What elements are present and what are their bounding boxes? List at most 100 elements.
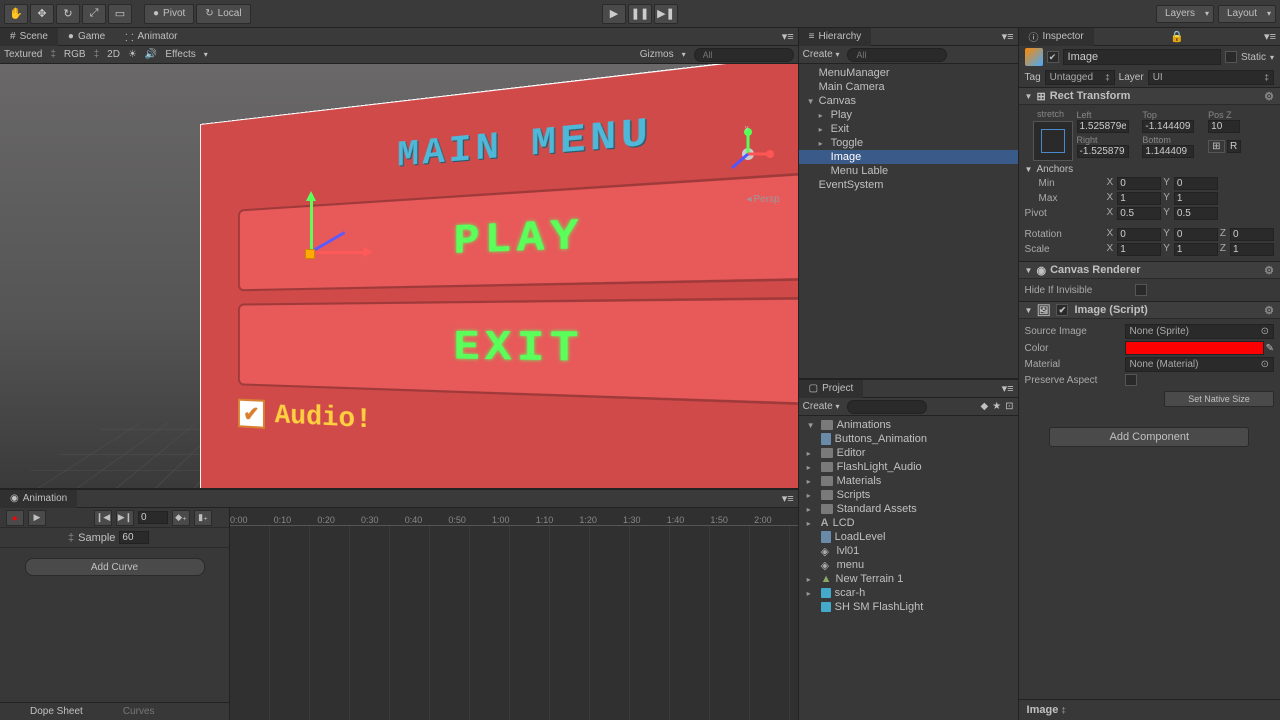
hierarchy-search[interactable] <box>847 48 947 62</box>
hierarchy-item[interactable]: Menu Lable <box>799 164 1018 178</box>
panel-menu-icon[interactable]: ▾≡ <box>778 30 798 43</box>
image-enabled-checkbox[interactable]: ✔ <box>1056 304 1068 316</box>
persp-label[interactable]: ◂Persp <box>746 194 779 205</box>
hierarchy-item[interactable]: ▸Toggle <box>799 136 1018 150</box>
next-key-button[interactable]: ▶❙ <box>116 510 134 526</box>
gear-icon[interactable]: ⚙ <box>1264 304 1274 317</box>
preserve-aspect-checkbox[interactable] <box>1125 374 1137 386</box>
rot-z[interactable] <box>1230 228 1274 241</box>
panel-menu-icon[interactable]: ▾≡ <box>998 382 1018 395</box>
static-checkbox[interactable] <box>1225 51 1237 63</box>
anchors-foldout[interactable]: Anchors <box>1036 164 1073 175</box>
hierarchy-item[interactable]: EventSystem <box>799 178 1018 192</box>
record-button[interactable]: ● <box>6 510 24 526</box>
material-field[interactable]: None (Material)⊙ <box>1125 357 1274 372</box>
color-field[interactable] <box>1125 341 1264 355</box>
x-axis-handle[interactable] <box>310 251 370 254</box>
tag-dropdown[interactable]: Untagged‡ <box>1045 70 1115 85</box>
left-input[interactable] <box>1077 120 1129 133</box>
effects-dropdown[interactable]: Effects <box>165 49 195 60</box>
project-item[interactable]: ▸Standard Assets <box>799 502 1018 516</box>
hide-invisible-checkbox[interactable] <box>1135 284 1147 296</box>
top-input[interactable] <box>1142 120 1194 133</box>
tab-game[interactable]: ● Game <box>58 28 115 46</box>
audio-icon[interactable]: 🔊 <box>145 49 157 60</box>
panel-menu-icon[interactable]: ▾≡ <box>778 492 798 505</box>
step-button[interactable]: ▶❚ <box>654 4 678 24</box>
local-toggle[interactable]: ↻ Local <box>196 4 250 24</box>
panel-menu-icon[interactable]: ▾≡ <box>998 30 1018 43</box>
scale-tool[interactable]: ⤢ <box>82 4 106 24</box>
project-item[interactable]: ▸scar-h <box>799 586 1018 600</box>
source-image-field[interactable]: None (Sprite)⊙ <box>1125 324 1274 339</box>
active-checkbox[interactable]: ✔ <box>1047 51 1059 63</box>
anchor-max-y[interactable] <box>1174 192 1218 205</box>
light-icon[interactable]: ☀ <box>128 49 137 60</box>
render-mode[interactable]: RGB <box>64 49 86 60</box>
gizmo-center[interactable] <box>305 249 315 259</box>
layer-dropdown[interactable]: UI‡ <box>1148 70 1274 85</box>
add-component-button[interactable]: Add Component <box>1049 427 1249 447</box>
project-item[interactable]: ▸ALCD <box>799 516 1018 530</box>
tab-inspector[interactable]: ⓘ Inspector <box>1019 28 1094 46</box>
y-axis-handle[interactable] <box>310 194 313 254</box>
project-item[interactable]: menu <box>799 558 1018 572</box>
eyedropper-icon[interactable]: ✎ <box>1266 343 1274 354</box>
set-native-size-button[interactable]: Set Native Size <box>1164 391 1274 407</box>
bottom-input[interactable] <box>1142 145 1194 158</box>
project-item[interactable]: ▸Scripts <box>799 488 1018 502</box>
hierarchy-item[interactable]: MenuManager <box>799 66 1018 80</box>
project-item[interactable]: ▼Animations <box>799 418 1018 432</box>
pause-button[interactable]: ❚❚ <box>628 4 652 24</box>
project-item[interactable]: ▸Materials <box>799 474 1018 488</box>
pivot-toggle[interactable]: ● Pivot <box>144 4 194 24</box>
hierarchy-item[interactable]: ▸Play <box>799 108 1018 122</box>
scale-z[interactable] <box>1230 243 1274 256</box>
right-input[interactable] <box>1077 145 1129 158</box>
toggle-2d[interactable]: 2D <box>107 49 120 60</box>
project-item[interactable]: ▸▲New Terrain 1 <box>799 572 1018 586</box>
anim-play-button[interactable]: ▶ <box>28 510 46 526</box>
hierarchy-item[interactable]: Image <box>799 150 1018 164</box>
project-create[interactable]: Create ▾ <box>803 401 840 412</box>
project-search[interactable] <box>847 400 927 414</box>
panel-menu-icon[interactable]: ▾≡ <box>1260 30 1280 43</box>
image-script-header[interactable]: ▼ 🖼 ✔ Image (Script) ⚙ <box>1019 301 1280 319</box>
hand-tool[interactable]: ✋ <box>4 4 28 24</box>
gizmos-dropdown[interactable]: Gizmos <box>640 49 674 60</box>
project-item[interactable]: ▸FlashLight_Audio <box>799 460 1018 474</box>
object-name-input[interactable] <box>1063 49 1221 65</box>
project-item[interactable]: SH SM FlashLight <box>799 600 1018 614</box>
pivot-y[interactable] <box>1174 207 1218 220</box>
gear-icon[interactable]: ⚙ <box>1264 264 1274 277</box>
anchor-preset-button[interactable] <box>1033 121 1073 161</box>
add-event-button[interactable]: ▮₊ <box>194 510 212 526</box>
move-tool[interactable]: ✥ <box>30 4 54 24</box>
lock-icon[interactable]: 🔒 <box>1166 30 1188 43</box>
anchor-min-y[interactable] <box>1174 177 1218 190</box>
scene-viewport[interactable]: MAIN MENU PLAY EXIT ✔ Audio! y <box>0 64 798 488</box>
blueprint-icon[interactable]: ⊞ <box>1208 140 1224 153</box>
canvas-renderer-header[interactable]: ▼ ◉ Canvas Renderer ⚙ <box>1019 261 1280 279</box>
add-key-button[interactable]: ◆₊ <box>172 510 190 526</box>
timeline[interactable]: 0:000:100:200:300:400:501:001:101:201:30… <box>230 508 798 720</box>
frame-input[interactable] <box>138 511 168 524</box>
posz-input[interactable] <box>1208 120 1240 133</box>
tab-scene[interactable]: # Scene <box>0 28 58 46</box>
anchor-max-x[interactable] <box>1117 192 1161 205</box>
tab-project[interactable]: ▢ Project <box>799 380 864 398</box>
hierarchy-item[interactable]: ▸Exit <box>799 122 1018 136</box>
tab-animator[interactable]: ⸬ Animator <box>115 28 187 46</box>
pivot-x[interactable] <box>1117 207 1161 220</box>
dope-sheet-tab[interactable]: Dope Sheet <box>30 706 83 717</box>
tab-hierarchy[interactable]: ≡ Hierarchy <box>799 28 872 46</box>
rot-y[interactable] <box>1174 228 1218 241</box>
rect-transform-header[interactable]: ▼ ⊞ Rect Transform ⚙ <box>1019 87 1280 105</box>
prev-key-button[interactable]: ❙◀ <box>94 510 112 526</box>
project-item[interactable]: LoadLevel <box>799 530 1018 544</box>
sample-input[interactable] <box>119 531 149 544</box>
layout-dropdown[interactable]: Layout <box>1218 5 1276 23</box>
orientation-gizmo[interactable]: y <box>718 124 778 184</box>
rect-tool[interactable]: ▭ <box>108 4 132 24</box>
scale-x[interactable] <box>1117 243 1161 256</box>
